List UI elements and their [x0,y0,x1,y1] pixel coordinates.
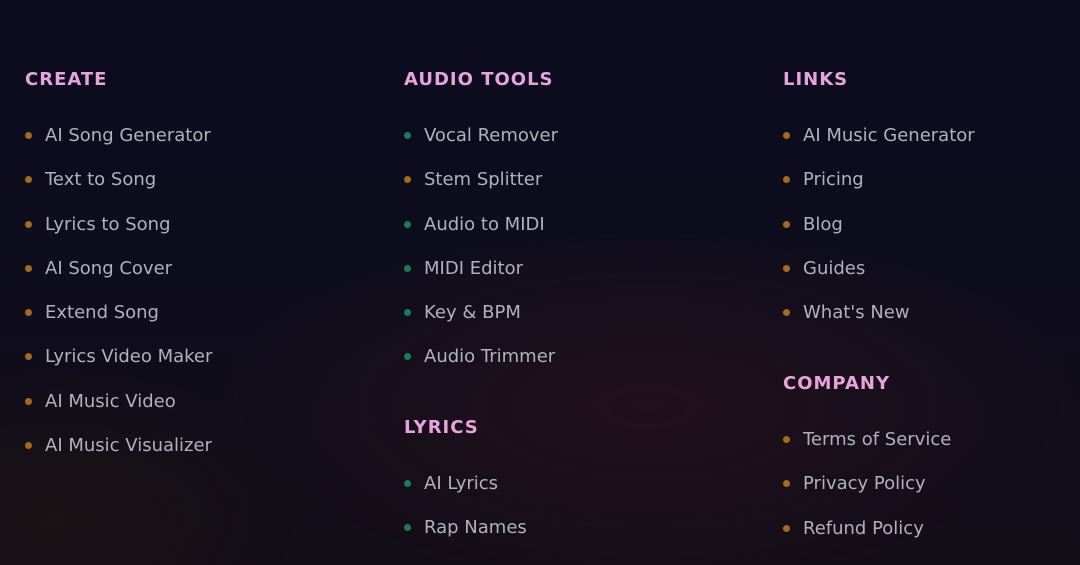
footer-link-label: Audio Trimmer [424,346,556,368]
footer-link-lyrics-to-song[interactable]: Lyrics to Song [25,214,212,258]
footer-link-lyrics-video-maker[interactable]: Lyrics Video Maker [25,346,212,390]
footer-link-ai-music-generator[interactable]: AI Music Generator [783,125,975,169]
footer-link-vocal-remover[interactable]: Vocal Remover [404,125,558,169]
footer-link-ai-song-cover[interactable]: AI Song Cover [25,258,212,302]
section-heading-lyrics: LYRICS [404,417,479,438]
bullet-dot-icon [783,309,790,317]
bullet-dot-icon [783,176,790,184]
footer-link-pricing[interactable]: Pricing [783,169,975,213]
footer-link-key-and-bpm[interactable]: Key & BPM [404,302,558,346]
bullet-dot-icon [404,309,411,317]
footer-link-label: AI Music Generator [803,125,975,146]
footer-link-rap-names[interactable]: Rap Names [404,517,527,561]
footer-link-label: Blog [803,213,843,235]
bullet-dot-icon [404,524,411,532]
footer-link-label: AI Song Generator [45,125,211,146]
bullet-dot-icon [783,132,790,139]
footer-link-label: Pricing [803,169,864,191]
footer-link-ai-music-visualizer[interactable]: AI Music Visualizer [25,435,212,479]
bullet-dot-icon [25,442,32,450]
bullet-dot-icon [783,264,790,272]
footer-link-label: What's New [803,302,910,324]
bullet-dot-icon [783,524,790,532]
footer-link-audio-trimmer[interactable]: Audio Trimmer [404,346,558,390]
footer-link-label: Extend Song [45,302,159,324]
lyrics-link-list: AI Lyrics Rap Names [404,473,527,562]
footer-link-what-s-new[interactable]: What's New [783,302,975,346]
footer-link-stem-splitter[interactable]: Stem Splitter [404,169,558,213]
footer-link-label: Key & BPM [424,302,521,324]
footer-link-extend-song[interactable]: Extend Song [25,302,212,346]
section-heading-company: COMPANY [783,373,890,394]
create-link-list: AI Song Generator Text to Song Lyrics to S… [25,125,212,479]
footer-link-ai-music-video[interactable]: AI Music Video [25,391,212,435]
bullet-dot-icon [25,309,32,317]
bullet-dot-icon [25,176,32,184]
company-link-list: Terms of Service Privacy Policy Refund Pol… [783,429,951,562]
footer-link-terms-of-service[interactable]: Terms of Service [783,429,951,473]
footer-link-refund-policy[interactable]: Refund Policy [783,518,951,562]
footer-link-label: Terms of Service [803,429,952,450]
footer-link-label: Vocal Remover [424,125,559,146]
footer-link-label: Stem Splitter [424,169,543,191]
footer-link-label: AI Music Visualizer [45,435,212,457]
footer-link-audio-to-midi[interactable]: Audio to MIDI [404,214,558,258]
section-heading-create: CREATE [25,69,108,90]
footer-link-label: Audio to MIDI [424,213,545,235]
footer-link-label: AI Song Cover [45,257,173,279]
footer-link-label: Guides [803,257,866,279]
footer-link-blog[interactable]: Blog [783,214,975,258]
section-heading-links: LINKS [783,69,849,90]
footer-link-label: Privacy Policy [803,473,926,495]
bullet-dot-icon [783,220,790,228]
footer-link-text-to-song[interactable]: Text to Song [25,169,212,213]
footer-link-label: Refund Policy [803,517,924,539]
footer-link-ai-lyrics[interactable]: AI Lyrics [404,473,527,517]
bullet-dot-icon [25,132,32,139]
footer-link-label: Lyrics to Song [45,213,171,235]
footer-link-label: Lyrics Video Maker [45,346,213,368]
footer-link-guides[interactable]: Guides [783,258,975,302]
bullet-dot-icon [25,264,32,272]
bullet-dot-icon [25,397,32,405]
footer-link-label: Text to Song [45,169,157,191]
bullet-dot-icon [404,353,411,361]
footer-link-label: MIDI Editor [424,257,523,279]
bullet-dot-icon [25,220,32,228]
bullet-dot-icon [25,353,32,361]
bullet-dot-icon [404,132,411,139]
footer-link-privacy-policy[interactable]: Privacy Policy [783,473,951,517]
bullet-dot-icon [404,220,411,228]
bullet-dot-icon [404,264,411,272]
bullet-dot-icon [404,480,411,487]
bullet-dot-icon [783,480,790,488]
bullet-dot-icon [404,176,411,184]
footer-link-label: Rap Names [424,517,527,539]
footer-link-midi-editor[interactable]: MIDI Editor [404,258,558,302]
footer-link-label: AI Music Video [45,390,176,412]
audio-tools-link-list: Vocal Remover Stem Splitter Audio to MIDI M… [404,125,558,391]
section-heading-audio-tools: AUDIO TOOLS [404,69,554,90]
footer-link-label: AI Lyrics [424,473,499,494]
footer-link-ai-song-generator[interactable]: AI Song Generator [25,125,212,169]
links-link-list: AI Music Generator Pricing Blog Guides What'… [783,125,975,346]
bullet-dot-icon [783,436,790,443]
